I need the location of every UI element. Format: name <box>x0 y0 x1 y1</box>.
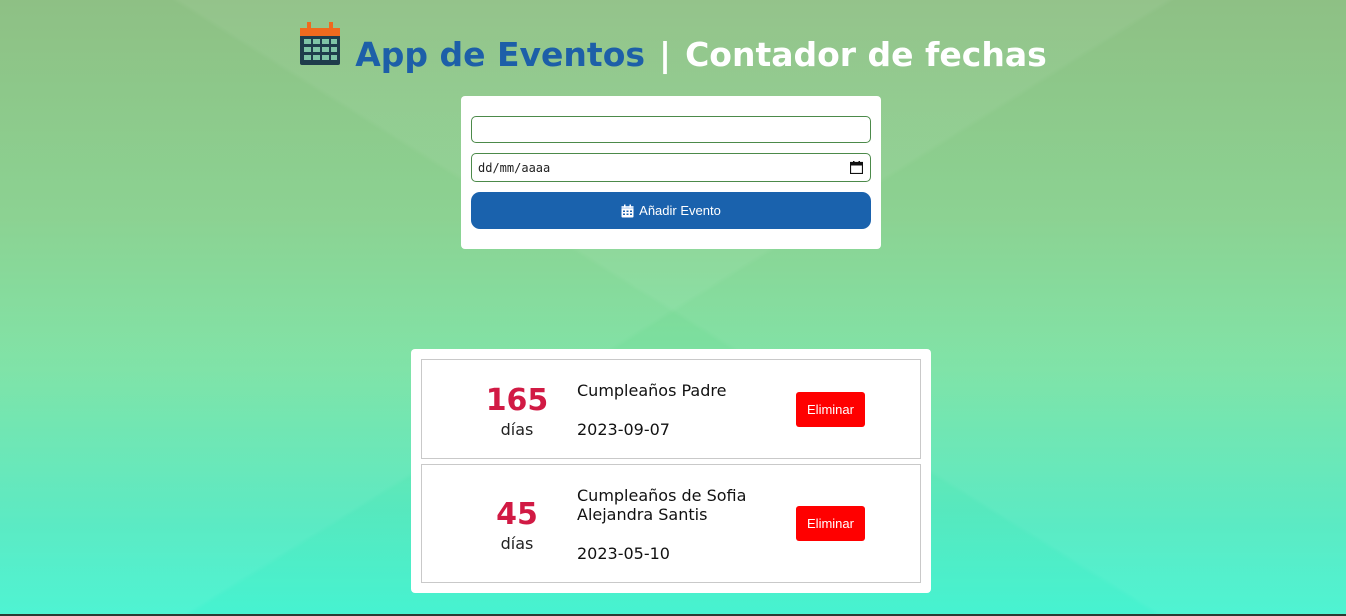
days-remaining: 165 <box>485 383 549 418</box>
title-separator: | <box>659 35 672 74</box>
days-counter: 45 días <box>482 497 552 554</box>
event-name: Cumpleaños de Sofia Alejandra Santis <box>577 486 747 524</box>
event-info: Cumpleaños de Sofia Alejandra Santis 202… <box>577 486 772 566</box>
date-placeholder: dd/mm/aaaa <box>478 160 551 175</box>
event-name: Cumpleaños Padre <box>577 381 727 400</box>
calendar-picker-icon[interactable] <box>850 161 863 174</box>
event-list: 165 días Cumpleaños Padre 2023-09-07 Eli… <box>411 349 931 593</box>
days-label: días <box>500 534 534 553</box>
event-form: dd/mm/aaaa Añadir Evento <box>461 96 881 249</box>
calendar-icon <box>621 204 634 217</box>
page-title: App de Eventos | Contador de fechas <box>355 38 1047 71</box>
page-header: App de Eventos | Contador de fechas <box>0 18 1346 71</box>
add-event-button-label: Añadir Evento <box>639 203 721 218</box>
event-info: Cumpleaños Padre 2023-09-07 <box>577 381 777 441</box>
days-counter: 165 días <box>482 383 552 440</box>
calendar-icon <box>300 22 341 65</box>
event-item: 45 días Cumpleaños de Sofia Alejandra Sa… <box>421 464 921 583</box>
app-title: App de Eventos <box>355 35 646 74</box>
add-event-button[interactable]: Añadir Evento <box>471 192 871 229</box>
delete-event-button[interactable]: Eliminar <box>796 392 865 427</box>
event-date: 2023-09-07 <box>577 420 670 439</box>
app-subtitle: Contador de fechas <box>685 35 1047 74</box>
event-date-input[interactable]: dd/mm/aaaa <box>471 153 871 182</box>
event-name-input[interactable] <box>471 116 871 143</box>
event-date: 2023-05-10 <box>577 544 670 563</box>
days-remaining: 45 <box>496 497 538 532</box>
days-label: días <box>500 420 534 439</box>
event-item: 165 días Cumpleaños Padre 2023-09-07 Eli… <box>421 359 921 459</box>
delete-event-button[interactable]: Eliminar <box>796 506 865 541</box>
